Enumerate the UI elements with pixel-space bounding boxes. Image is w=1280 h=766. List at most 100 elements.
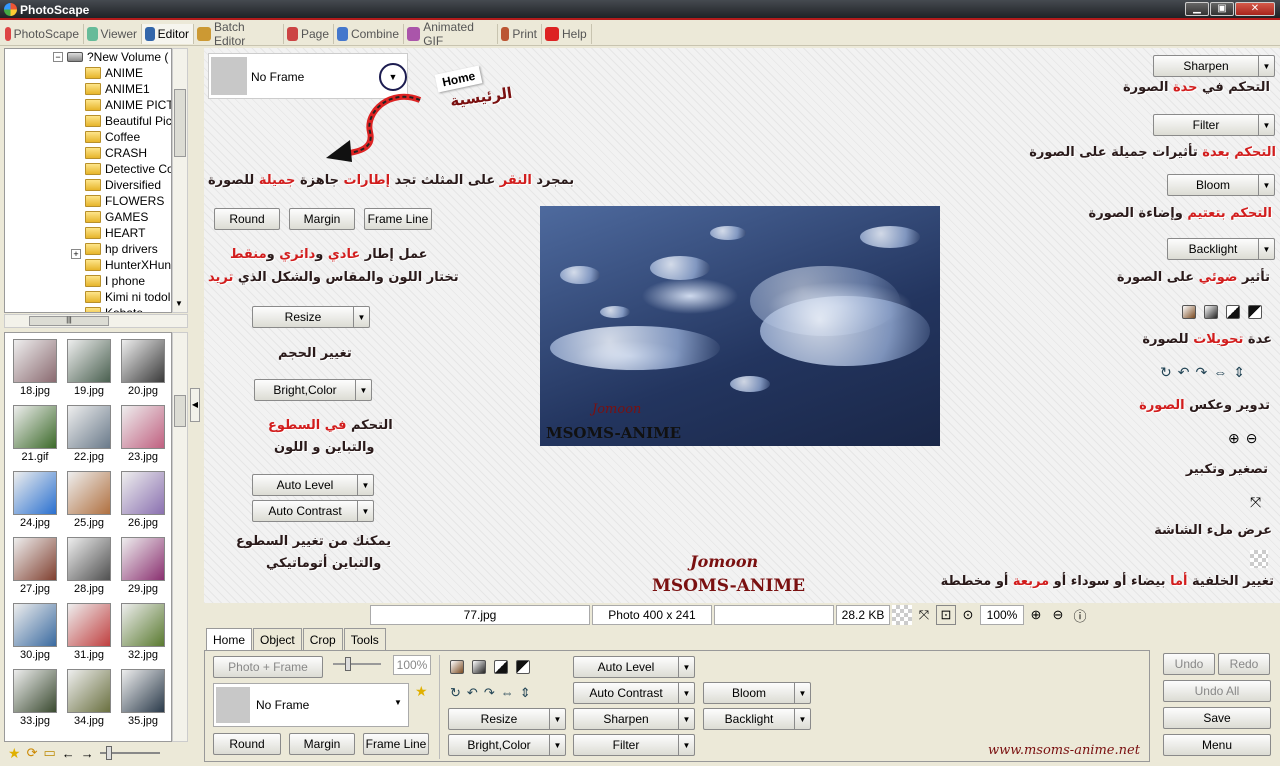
thumbnail-item[interactable]: 25.jpg xyxy=(65,469,113,531)
panel-bright-color-dropdown[interactable]: Bright,Color ▼ xyxy=(448,734,566,756)
thumbnail-item[interactable]: 27.jpg xyxy=(11,535,59,597)
tab-combine[interactable]: Combine xyxy=(334,24,404,44)
fit-zoom-icon[interactable]: ⊡ xyxy=(936,605,956,625)
grayscale-icon[interactable] xyxy=(472,660,486,674)
thumbnail-item[interactable]: 33.jpg xyxy=(11,667,59,729)
panel-sharpen-dropdown[interactable]: Sharpen ▼ xyxy=(573,708,695,730)
thumbnail-item[interactable]: 18.jpg xyxy=(11,337,59,399)
chevron-down-icon[interactable]: ▼ xyxy=(394,698,402,707)
auto-contrast-dropdown[interactable]: Auto Contrast ▼ xyxy=(252,500,374,522)
rotate-right-icon[interactable]: ↷ xyxy=(1195,364,1207,381)
grayscale-icon[interactable] xyxy=(1204,305,1218,319)
rotate-right-icon[interactable]: ↷ xyxy=(484,685,495,701)
zoom-out-icon[interactable]: ⊖ xyxy=(1048,605,1068,625)
panel-frame-selector[interactable]: No Frame ▼ xyxy=(213,683,409,727)
bright-color-dropdown[interactable]: Bright,Color ▼ xyxy=(254,379,372,401)
thumbnail-item[interactable]: 35.jpg xyxy=(119,667,167,729)
rotate-180-icon[interactable]: ↻ xyxy=(450,685,461,701)
tree-folder[interactable]: Detective Co xyxy=(85,161,171,177)
fullscreen-icon[interactable]: ⤧ xyxy=(914,605,934,625)
favorite-star-icon[interactable]: ★ xyxy=(8,745,21,762)
tree-scroll-thumb[interactable] xyxy=(174,89,186,157)
zoom-out-icon[interactable]: ⊖ xyxy=(1246,430,1258,447)
flip-vertical-icon[interactable]: ⇕ xyxy=(520,685,531,701)
thumbnail-item[interactable]: 19.jpg xyxy=(65,337,113,399)
flip-horizontal-icon[interactable]: ⇔ xyxy=(1213,364,1227,381)
backlight-dropdown[interactable]: Backlight ▼ xyxy=(1167,238,1275,260)
thumbnail-item[interactable]: 21.gif xyxy=(11,403,59,465)
panel-bloom-dropdown[interactable]: Bloom ▼ xyxy=(703,682,811,704)
thumbnail-size-slider[interactable] xyxy=(99,746,160,760)
menu-button[interactable]: Menu xyxy=(1163,734,1271,756)
tree-folder[interactable]: HEART xyxy=(85,225,145,241)
scroll-down-arrow-icon[interactable]: ▼ xyxy=(175,299,183,308)
tree-folder[interactable]: FLOWERS xyxy=(85,193,164,209)
fullscreen-icon[interactable]: ⤧ xyxy=(1250,494,1261,511)
tree-folder[interactable]: GAMES xyxy=(85,209,148,225)
thumbnail-item[interactable]: 26.jpg xyxy=(119,469,167,531)
undo-button[interactable]: Undo xyxy=(1163,653,1215,675)
black-white-icon[interactable] xyxy=(494,660,508,674)
info-icon[interactable]: ⓘ xyxy=(1070,605,1090,625)
tab-batch-editor[interactable]: Batch Editor xyxy=(194,20,284,48)
tree-collapse-toggle[interactable]: − xyxy=(53,52,63,62)
thumbnail-scrollbar[interactable] xyxy=(172,332,188,742)
panel-resize-dropdown[interactable]: Resize ▼ xyxy=(448,708,566,730)
close-button[interactable]: ✕ xyxy=(1235,2,1275,16)
sepia-icon[interactable] xyxy=(1182,305,1196,319)
margin-button[interactable]: Margin xyxy=(289,208,355,230)
tab-help[interactable]: Help xyxy=(542,24,592,44)
sharpen-dropdown[interactable]: Sharpen ▼ xyxy=(1153,55,1275,77)
resize-dropdown[interactable]: Resize ▼ xyxy=(252,306,370,328)
thumbnail-item[interactable]: 28.jpg xyxy=(65,535,113,597)
panel-filter-dropdown[interactable]: Filter ▼ xyxy=(573,734,695,756)
tree-folder[interactable]: ANIME1 xyxy=(85,81,150,97)
tree-folder[interactable]: Kobato xyxy=(85,305,143,312)
tree-folder[interactable]: CRASH xyxy=(85,145,147,161)
tree-folder[interactable]: I phone xyxy=(85,273,145,289)
save-button[interactable]: Save xyxy=(1163,707,1271,729)
zoom-in-icon[interactable]: ⊕ xyxy=(1228,430,1240,447)
tab-print[interactable]: Print xyxy=(498,24,542,44)
flip-vertical-icon[interactable]: ⇕ xyxy=(1233,364,1245,381)
bloom-dropdown[interactable]: Bloom ▼ xyxy=(1167,174,1275,196)
tree-expand-toggle[interactable]: + xyxy=(71,249,81,259)
thumbnail-item[interactable]: 32.jpg xyxy=(119,601,167,663)
thumbnail-item[interactable]: 30.jpg xyxy=(11,601,59,663)
panel-frame-line-button[interactable]: Frame Line xyxy=(363,733,429,755)
round-button[interactable]: Round xyxy=(214,208,280,230)
tree-hscroll-thumb[interactable]: ||| xyxy=(29,316,109,326)
tree-folder[interactable]: HunterXHun xyxy=(85,257,171,273)
tab-animated-gif[interactable]: Animated GIF xyxy=(404,20,498,48)
edited-photo[interactable]: Jomoon MSOMS-ANIME xyxy=(540,206,940,446)
open-folder-icon[interactable]: ▭ xyxy=(43,745,55,761)
folder-tree[interactable]: − ?New Volume ( + ANIME ANIME1 ANIME PICT B… xyxy=(4,48,172,313)
thumbnail-item[interactable]: 31.jpg xyxy=(65,601,113,663)
rotate-left-icon[interactable]: ↶ xyxy=(1178,364,1190,381)
panel-auto-level-dropdown[interactable]: Auto Level ▼ xyxy=(573,656,695,678)
negative-icon[interactable] xyxy=(516,660,530,674)
thumbnail-item[interactable]: 34.jpg xyxy=(65,667,113,729)
minimize-button[interactable]: ▁ xyxy=(1185,2,1209,16)
sepia-icon[interactable] xyxy=(450,660,464,674)
thumbnail-item[interactable]: 24.jpg xyxy=(11,469,59,531)
editor-tab-crop[interactable]: Crop xyxy=(302,628,343,650)
tab-photoscape[interactable]: PhotoScape xyxy=(2,24,84,44)
background-pattern-icon[interactable] xyxy=(892,605,912,625)
flip-horizontal-icon[interactable]: ⇔ xyxy=(501,685,514,701)
tree-folder[interactable]: hp drivers xyxy=(85,241,158,257)
rotate-180-icon[interactable]: ↻ xyxy=(1160,364,1172,381)
thumbnail-item[interactable]: 23.jpg xyxy=(119,403,167,465)
zoom-in-icon[interactable]: ⊕ xyxy=(1026,605,1046,625)
forward-arrow-icon[interactable]: → xyxy=(81,746,94,761)
rotate-left-icon[interactable]: ↶ xyxy=(467,685,478,701)
maximize-button[interactable]: ▣ xyxy=(1210,2,1234,16)
tree-horizontal-scrollbar[interactable]: ||| xyxy=(4,314,188,328)
panel-backlight-dropdown[interactable]: Backlight ▼ xyxy=(703,708,811,730)
panel-margin-button[interactable]: Margin xyxy=(289,733,355,755)
tree-folder[interactable]: Diversified xyxy=(85,177,161,193)
filter-dropdown[interactable]: Filter ▼ xyxy=(1153,114,1275,136)
panel-auto-contrast-dropdown[interactable]: Auto Contrast ▼ xyxy=(573,682,695,704)
favorite-star-icon[interactable]: ★ xyxy=(415,683,428,700)
panel-round-button[interactable]: Round xyxy=(213,733,281,755)
